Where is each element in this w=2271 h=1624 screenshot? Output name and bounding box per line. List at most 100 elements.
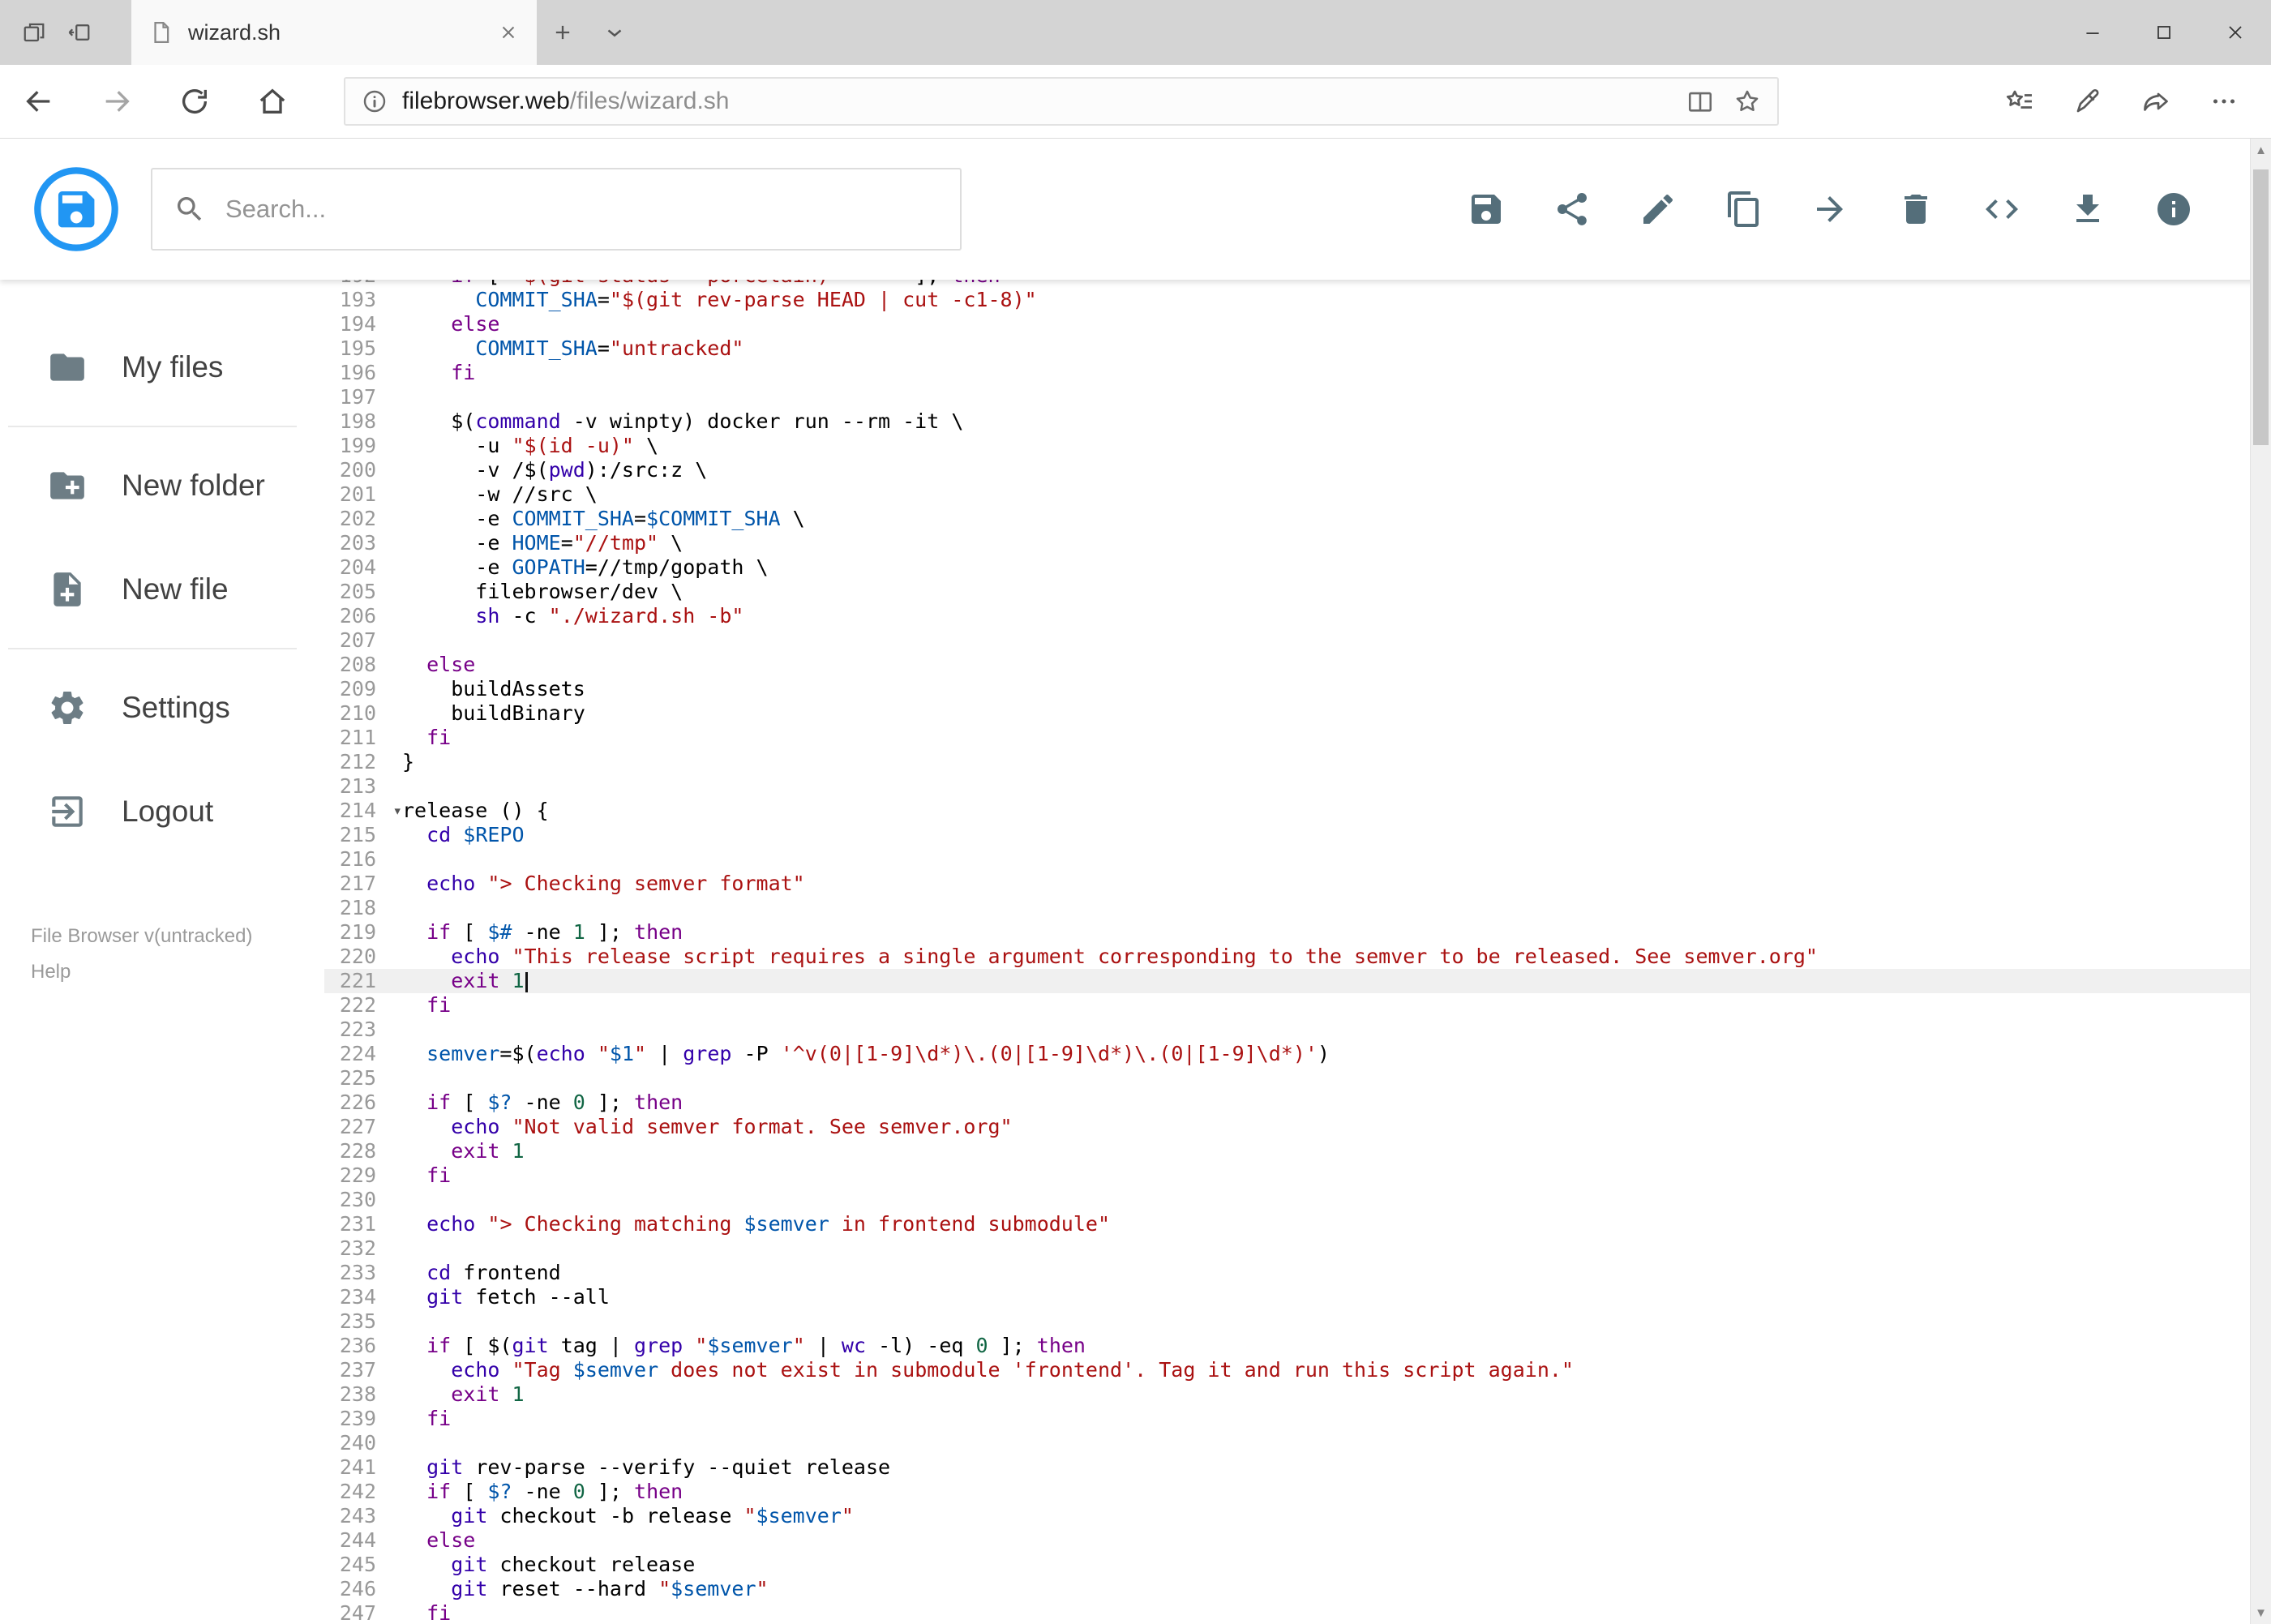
search-box[interactable] (151, 168, 962, 251)
code-line[interactable]: 217 echo "> Checking semver format" (324, 872, 2250, 896)
reading-view-icon[interactable] (1686, 88, 1714, 115)
source-code-button[interactable] (1982, 190, 2021, 229)
fold-arrow-icon[interactable]: ▾ (393, 799, 402, 823)
hub-icon[interactable] (1986, 65, 2054, 139)
page-scrollbar[interactable]: ▲ ▼ (2250, 139, 2271, 1624)
copy-button[interactable] (1725, 190, 1763, 229)
code-line[interactable]: 238 exit 1 (324, 1382, 2250, 1407)
code-line[interactable]: 226 if [ $? -ne 0 ]; then (324, 1091, 2250, 1115)
info-button[interactable] (2154, 190, 2193, 229)
minimize-button[interactable] (2057, 0, 2128, 65)
code-line[interactable]: 213 (324, 774, 2250, 799)
code-line[interactable]: 205 filebrowser/dev \ (324, 580, 2250, 604)
code-line[interactable]: 212} (324, 750, 2250, 774)
scroll-down-icon[interactable]: ▼ (2251, 1601, 2271, 1624)
code-line[interactable]: 198 $(command -v winpty) docker run --rm… (324, 409, 2250, 434)
code-line[interactable]: 228 exit 1 (324, 1139, 2250, 1163)
page-info-icon[interactable] (362, 88, 388, 114)
code-line[interactable]: 235 (324, 1309, 2250, 1334)
forward-button[interactable] (78, 65, 156, 139)
code-line[interactable]: 202 -e COMMIT_SHA=$COMMIT_SHA \ (324, 507, 2250, 531)
code-line[interactable]: 227 echo "Not valid semver format. See s… (324, 1115, 2250, 1139)
search-input[interactable] (225, 195, 939, 224)
code-line[interactable]: 211 fi (324, 726, 2250, 750)
move-button[interactable] (1810, 190, 1849, 229)
sidebar-item-new-folder[interactable]: New folder (0, 434, 324, 538)
code-line[interactable]: 245 git checkout release (324, 1553, 2250, 1577)
download-button[interactable] (2068, 190, 2107, 229)
maximize-button[interactable] (2128, 0, 2200, 65)
code-line[interactable]: 224 semver=$(echo "$1" | grep -P '^v(0|[… (324, 1042, 2250, 1066)
code-line[interactable]: 216 (324, 847, 2250, 872)
code-line[interactable]: 197 (324, 385, 2250, 409)
scroll-up-icon[interactable]: ▲ (2251, 139, 2271, 161)
code-line[interactable]: 223 (324, 1018, 2250, 1042)
code-line[interactable]: 222 fi (324, 993, 2250, 1018)
code-line[interactable]: 192 if [ "$(git status --porcelain)" = "… (324, 280, 2250, 288)
help-link[interactable]: Help (31, 961, 324, 983)
code-line[interactable]: 233 cd frontend (324, 1261, 2250, 1285)
annotate-icon[interactable] (2054, 65, 2122, 139)
close-button[interactable] (2200, 0, 2271, 65)
code-line[interactable]: 195 COMMIT_SHA="untracked" (324, 336, 2250, 361)
home-button[interactable] (234, 65, 311, 139)
sidebar-item-logout[interactable]: Logout (0, 760, 324, 863)
code-line[interactable]: 210 buildBinary (324, 701, 2250, 726)
code-line[interactable]: 247 fi (324, 1601, 2250, 1624)
code-editor[interactable]: 192 if [ "$(git status --porcelain)" = "… (324, 280, 2250, 1624)
scrollbar-thumb[interactable] (2253, 169, 2269, 445)
edit-button[interactable] (1639, 190, 1678, 229)
save-button[interactable] (1467, 190, 1506, 229)
code-line[interactable]: 194 else (324, 312, 2250, 336)
back-button[interactable] (0, 65, 78, 139)
code-line[interactable]: 214 ▾ release () { (324, 799, 2250, 823)
refresh-button[interactable] (156, 65, 234, 139)
code-line[interactable]: 243 git checkout -b release "$semver" (324, 1504, 2250, 1528)
code-line[interactable]: 200 -v /$(pwd):/src:z \ (324, 458, 2250, 482)
code-line[interactable]: 204 -e GOPATH=//tmp/gopath \ (324, 555, 2250, 580)
code-line[interactable]: 229 fi (324, 1163, 2250, 1188)
share-page-icon[interactable] (2122, 65, 2190, 139)
code-line[interactable]: 234 git fetch --all (324, 1285, 2250, 1309)
code-line[interactable]: 220 echo "This release script requires a… (324, 945, 2250, 969)
address-bar[interactable]: filebrowser.web/files/wizard.sh (344, 77, 1779, 126)
code-line[interactable]: 208 else (324, 653, 2250, 677)
code-line[interactable]: 209 buildAssets (324, 677, 2250, 701)
code-line[interactable]: 201 -w //src \ (324, 482, 2250, 507)
code-line[interactable]: 219 if [ $# -ne 1 ]; then (324, 920, 2250, 945)
sidebar-item-new-file[interactable]: New file (0, 538, 324, 641)
browser-tab[interactable]: wizard.sh (131, 0, 537, 65)
code-line[interactable]: 232 (324, 1236, 2250, 1261)
code-line[interactable]: 206 sh -c "./wizard.sh -b" (324, 604, 2250, 628)
code-line[interactable]: 196 fi (324, 361, 2250, 385)
code-line[interactable]: 221 exit 1 (324, 969, 2250, 993)
sidebar-item-settings[interactable]: Settings (0, 656, 324, 760)
code-line[interactable]: 242 if [ $? -ne 0 ]; then (324, 1480, 2250, 1504)
code-line[interactable]: 207 (324, 628, 2250, 653)
new-tab-button[interactable] (537, 0, 589, 65)
code-line[interactable]: 199 -u "$(id -u)" \ (324, 434, 2250, 458)
code-line[interactable]: 225 (324, 1066, 2250, 1091)
code-line[interactable]: 237 echo "Tag $semver does not exist in … (324, 1358, 2250, 1382)
tab-close-icon[interactable] (498, 22, 519, 43)
code-line[interactable]: 241 git rev-parse --verify --quiet relea… (324, 1455, 2250, 1480)
filebrowser-logo[interactable] (34, 167, 118, 251)
code-line[interactable]: 218 (324, 896, 2250, 920)
code-line[interactable]: 193 COMMIT_SHA="$(git rev-parse HEAD | c… (324, 288, 2250, 312)
delete-button[interactable] (1896, 190, 1935, 229)
code-line[interactable]: 236 if [ $(git tag | grep "$semver" | wc… (324, 1334, 2250, 1358)
tabs-you-set-aside-icon[interactable] (11, 0, 57, 65)
sidebar-item-my-files[interactable]: My files (0, 315, 324, 419)
code-line[interactable]: 230 (324, 1188, 2250, 1212)
favorite-star-icon[interactable] (1733, 88, 1761, 115)
share-button[interactable] (1553, 190, 1592, 229)
code-line[interactable]: 239 fi (324, 1407, 2250, 1431)
set-tabs-aside-icon[interactable] (57, 0, 102, 65)
code-line[interactable]: 246 git reset --hard "$semver" (324, 1577, 2250, 1601)
code-line[interactable]: 203 -e HOME="//tmp" \ (324, 531, 2250, 555)
code-line[interactable]: 240 (324, 1431, 2250, 1455)
code-line[interactable]: 231 echo "> Checking matching $semver in… (324, 1212, 2250, 1236)
code-line[interactable]: 244 else (324, 1528, 2250, 1553)
code-line[interactable]: 215 cd $REPO (324, 823, 2250, 847)
more-options-icon[interactable] (2190, 65, 2258, 139)
